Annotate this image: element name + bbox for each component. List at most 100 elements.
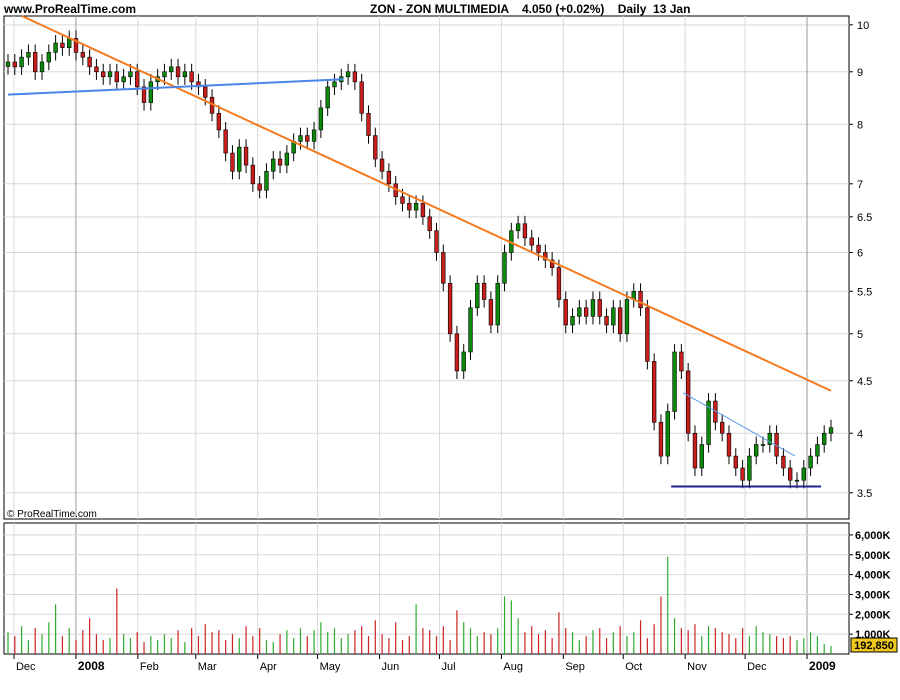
candle-body <box>243 146 249 166</box>
x-tick-label: Jul <box>441 661 455 673</box>
candle-body <box>373 135 378 160</box>
candle-body <box>135 71 140 88</box>
candle-body <box>26 52 31 58</box>
candle-body <box>60 42 65 48</box>
candle-body <box>740 467 745 481</box>
last-volume-value: 192,850 <box>854 640 894 652</box>
candle-body <box>148 81 154 103</box>
x-tick-label: 2009 <box>809 659 836 673</box>
candle-body <box>828 427 834 434</box>
site-label: www.ProRealTime.com <box>4 2 137 16</box>
candle-body <box>33 52 38 73</box>
x-tick-label: May <box>320 661 341 673</box>
candle-body <box>502 252 507 284</box>
candle-body <box>624 299 630 335</box>
candle-body <box>379 158 385 172</box>
candle-body <box>189 71 194 83</box>
candle-body <box>203 86 208 98</box>
candle-body <box>271 158 276 172</box>
candle-body <box>617 307 623 335</box>
candle-body <box>216 112 222 131</box>
candle-body <box>67 38 72 48</box>
candle-body <box>570 316 575 326</box>
candle-body <box>250 164 256 185</box>
candle-body <box>94 66 99 73</box>
candle-body <box>726 432 732 457</box>
candle-body <box>563 299 568 326</box>
candle-body <box>495 282 500 326</box>
candle-body <box>665 411 670 457</box>
candle-body <box>488 299 494 326</box>
candle-body <box>345 71 351 78</box>
candle-body <box>645 307 650 362</box>
candle-body <box>611 307 616 326</box>
candle-body <box>80 52 85 58</box>
candle-body <box>400 196 405 204</box>
candle-body <box>352 71 358 83</box>
candle-body <box>461 351 466 372</box>
y-tick-label: 4.5 <box>857 376 872 388</box>
candle-body <box>107 71 113 78</box>
y-tick-label: 5 <box>857 329 863 341</box>
volume-tick-label: 6,000K <box>855 530 891 542</box>
x-tick-label: Apr <box>260 661 277 673</box>
candle-body <box>672 351 677 412</box>
candle-body <box>441 252 446 284</box>
candle-body <box>794 479 800 482</box>
volume-axis: 1,000K2,000K3,000K4,000K5,000K6,000K <box>849 530 891 641</box>
candle-body <box>298 135 303 142</box>
candle-body <box>699 444 704 469</box>
candle-body <box>822 432 827 445</box>
candle-body <box>413 203 419 211</box>
candle-body <box>658 421 664 457</box>
volume-tick-label: 3,000K <box>855 589 891 601</box>
x-tick-label: Nov <box>687 661 707 673</box>
candle-body <box>311 129 317 142</box>
x-tick-label: Dec <box>16 661 36 673</box>
volume-tick-label: 2,000K <box>855 609 891 621</box>
price-panel <box>3 15 850 520</box>
candle-body <box>529 237 534 246</box>
candle-body <box>583 307 589 317</box>
candle-body <box>121 76 126 83</box>
candle-body <box>19 56 24 68</box>
candle-body <box>760 444 766 446</box>
candle-body <box>454 333 460 372</box>
candle-body <box>651 361 657 423</box>
candle-body <box>128 71 133 78</box>
x-tick-label: Oct <box>625 661 642 673</box>
candle-body <box>407 203 412 211</box>
candle-body <box>754 444 759 457</box>
candle-body <box>332 81 337 88</box>
candle-body <box>386 170 392 185</box>
candle-body <box>733 455 738 469</box>
candle-body <box>556 267 562 300</box>
candle-body <box>692 432 698 469</box>
price-axis: 3.5 4 4.5 5 5.5 6 6.5 7 8 9 10 <box>849 20 872 500</box>
y-tick-label: 4 <box>857 428 863 440</box>
x-tick-label: Sep <box>565 661 585 673</box>
candle-body <box>788 467 793 481</box>
x-tick-label: 2008 <box>78 659 105 673</box>
y-tick-label: 5.5 <box>857 286 872 298</box>
candle-body <box>237 146 242 172</box>
candle-body <box>475 282 480 309</box>
candle-body <box>223 129 228 154</box>
volume-tick-label: 5,000K <box>855 550 891 562</box>
x-tick-label: Dec <box>747 661 767 673</box>
candle-body <box>420 203 426 218</box>
candle-body <box>679 351 684 372</box>
candle-body <box>175 66 181 78</box>
candle-body <box>325 86 330 109</box>
candle-body <box>12 61 17 68</box>
candle-body <box>481 282 487 300</box>
candle-body <box>597 299 602 317</box>
candle-body <box>5 61 11 67</box>
candle-body <box>87 56 92 68</box>
y-tick-label: 6 <box>857 248 863 260</box>
candle-body <box>169 66 174 73</box>
candle-body <box>685 370 691 434</box>
candle-body <box>359 81 364 114</box>
candle-body <box>536 244 541 253</box>
candle-body <box>46 52 51 63</box>
